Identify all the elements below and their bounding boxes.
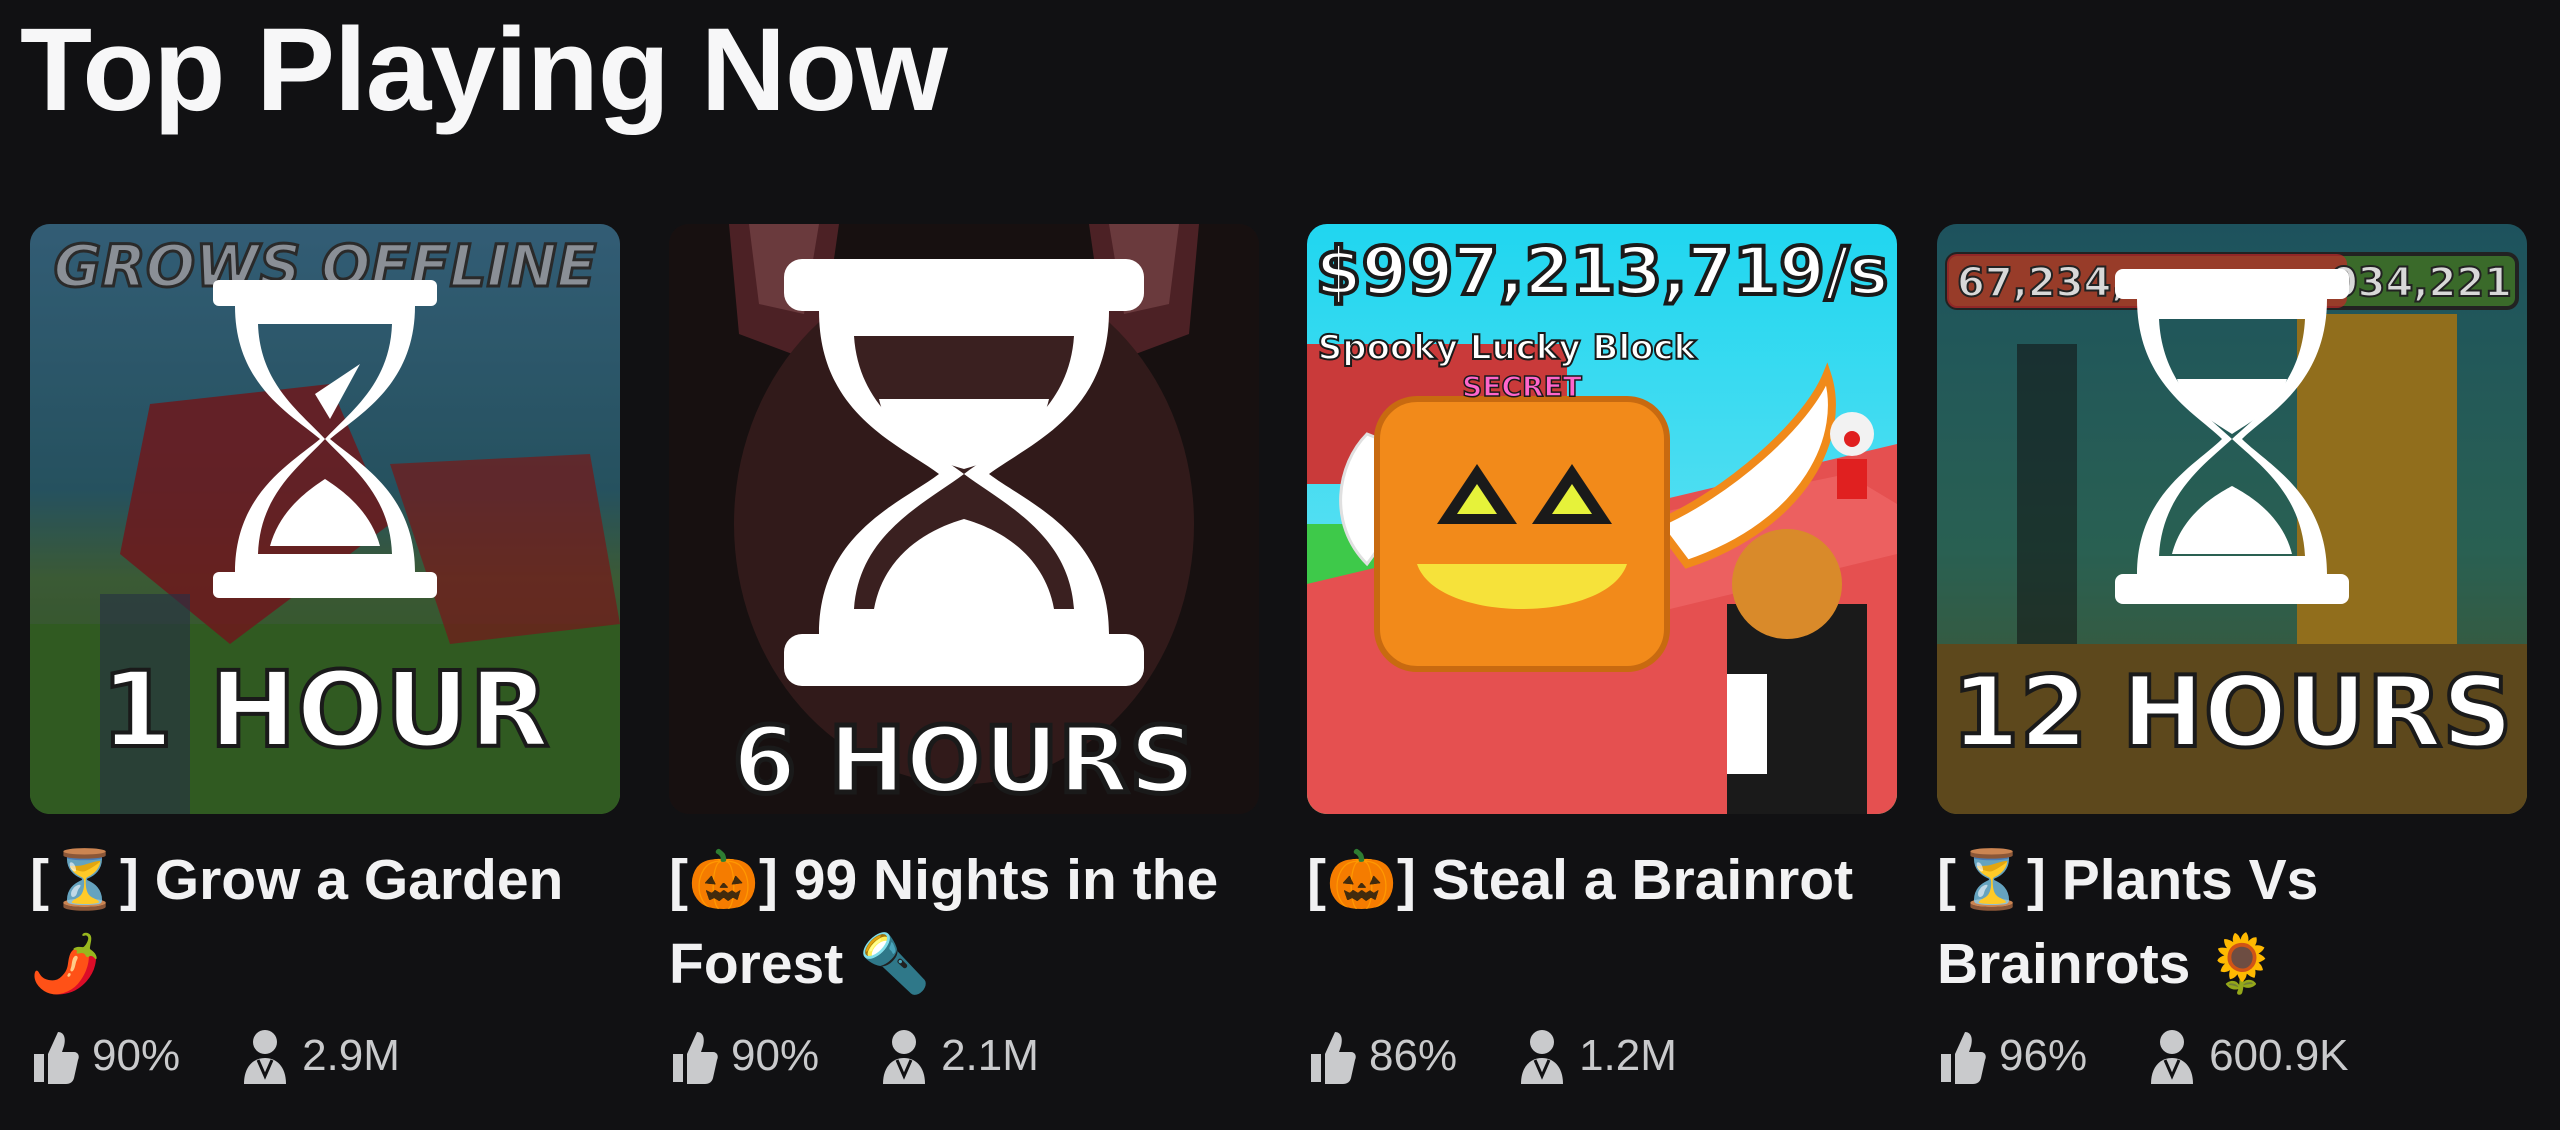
- thumbs-up-icon: [673, 1032, 718, 1084]
- rating-value: 90%: [731, 1031, 820, 1080]
- thumbnail-image: 67,234, 034,221 12 HOURS: [1937, 224, 2527, 814]
- game-stats: 90% 2.9M: [30, 1016, 400, 1096]
- game-thumbnail[interactable]: $997,213,719/s Spooky Lucky Block SECRET: [1307, 224, 1897, 814]
- person-icon: [1521, 1030, 1564, 1084]
- players-value: 2.1M: [941, 1031, 1039, 1080]
- thumbs-up-icon: [1941, 1032, 1986, 1084]
- game-card-99-nights[interactable]: 6 HOURS [🎃] 99 Nights in the Forest 🔦 90…: [669, 224, 1259, 1114]
- game-card-steal-a-brainrot[interactable]: $997,213,719/s Spooky Lucky Block SECRET…: [1307, 224, 1897, 1114]
- thumbnail-image: GROWS OFFLINE 1 HOUR: [30, 224, 620, 814]
- game-title[interactable]: [🎃] Steal a Brainrot: [1307, 838, 1897, 922]
- game-card-grow-a-garden[interactable]: GROWS OFFLINE 1 HOUR [⏳] Grow a Garden 🌶…: [30, 224, 620, 1114]
- overlay-text: 12 HOURS: [1951, 656, 2512, 770]
- game-title[interactable]: [⏳] Grow a Garden 🌶️: [30, 838, 620, 1006]
- person-icon: [244, 1030, 287, 1084]
- overlay-text: 1 HOUR: [101, 649, 550, 771]
- item-text: Spooky Lucky Block: [1318, 328, 1698, 368]
- players-value: 2.9M: [302, 1031, 400, 1080]
- counter-text-left: 67,234,: [1957, 260, 2127, 306]
- thumbnail-image: 6 HOURS: [669, 224, 1259, 814]
- players-stat: 2.9M: [240, 1026, 400, 1086]
- rarity-text: SECRET: [1462, 370, 1582, 403]
- section-title: Top Playing Now: [20, 4, 948, 136]
- players-stat: 1.2M: [1517, 1026, 1677, 1086]
- rating-value: 96%: [1999, 1031, 2088, 1080]
- players-stat: 2.1M: [879, 1026, 1039, 1086]
- game-stats: 96% 600.9K: [1937, 1016, 2349, 1096]
- players-value: 600.9K: [2209, 1031, 2349, 1080]
- person-icon: [883, 1030, 926, 1084]
- game-stats: 90% 2.1M: [669, 1016, 1039, 1096]
- overlay-text: 6 HOURS: [732, 707, 1195, 814]
- players-stat: 600.9K: [2147, 1026, 2349, 1086]
- thumbs-up-icon: [1311, 1032, 1356, 1084]
- game-thumbnail[interactable]: 67,234, 034,221 12 HOURS: [1937, 224, 2527, 814]
- game-thumbnail[interactable]: 6 HOURS: [669, 224, 1259, 814]
- game-thumbnail[interactable]: GROWS OFFLINE 1 HOUR: [30, 224, 620, 814]
- rating-value: 86%: [1369, 1031, 1458, 1080]
- thumbs-up-icon: [34, 1032, 79, 1084]
- players-value: 1.2M: [1579, 1031, 1677, 1080]
- game-title[interactable]: [⏳] Plants Vs Brainrots 🌻: [1937, 838, 2527, 1006]
- rating-stat: 90%: [669, 1026, 819, 1086]
- counter-text-right: 034,221: [2330, 260, 2512, 306]
- thumbnail-image: $997,213,719/s Spooky Lucky Block SECRET: [1307, 224, 1897, 814]
- game-title[interactable]: [🎃] 99 Nights in the Forest 🔦: [669, 838, 1259, 1006]
- person-icon: [2151, 1030, 2194, 1084]
- game-card-plants-vs-brainrots[interactable]: 67,234, 034,221 12 HOURS [⏳] Plants Vs B…: [1937, 224, 2527, 1114]
- rating-stat: 96%: [1937, 1026, 2087, 1086]
- rating-stat: 86%: [1307, 1026, 1457, 1086]
- money-text: $997,213,719/s: [1316, 233, 1889, 310]
- rating-value: 90%: [92, 1031, 181, 1080]
- game-stats: 86% 1.2M: [1307, 1016, 1677, 1096]
- rating-stat: 90%: [30, 1026, 180, 1086]
